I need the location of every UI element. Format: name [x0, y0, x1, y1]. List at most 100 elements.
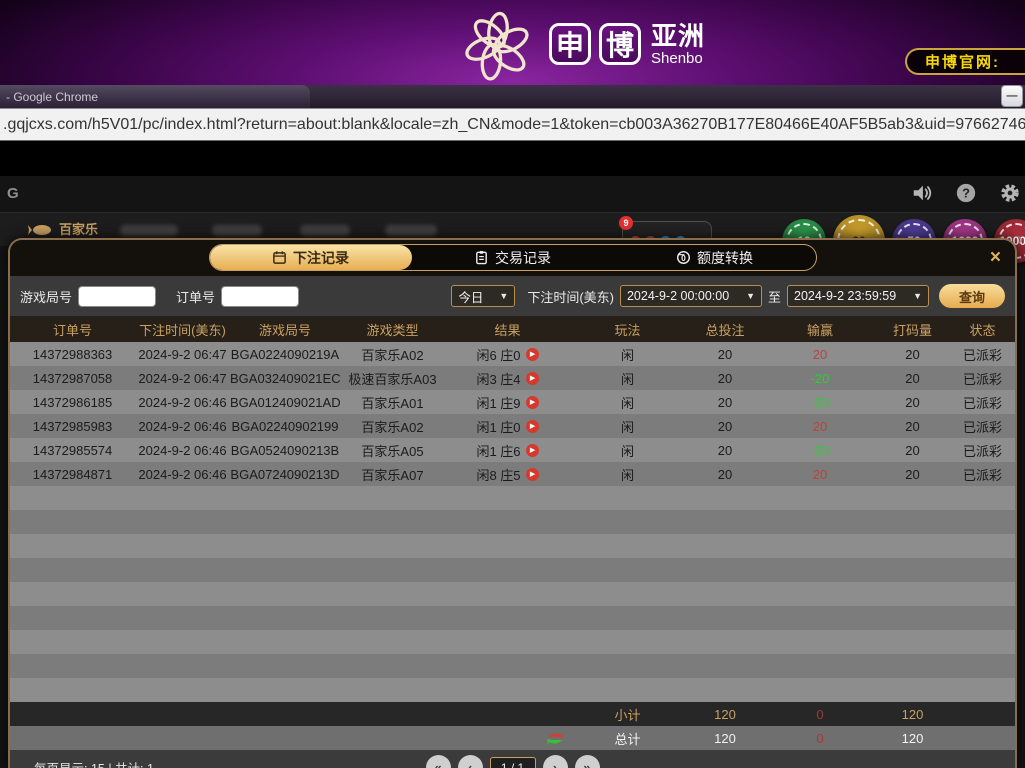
- official-site-link[interactable]: 申博官网:: [905, 48, 1025, 75]
- play-video-icon[interactable]: ▶: [526, 444, 539, 457]
- table-row[interactable]: 14372986185 2024-9-2 06:46 BGA012409021A…: [10, 390, 1015, 414]
- last-page-button[interactable]: »: [575, 755, 600, 768]
- bet-time-label: 下注时间(美东): [527, 287, 614, 306]
- total-row: 总计 120 0 120: [10, 726, 1015, 750]
- total-win-loss: 0: [765, 731, 875, 746]
- category-baccarat[interactable]: 百家乐: [28, 219, 98, 238]
- cell-win-loss: -20: [765, 443, 875, 458]
- cell-win-loss: 20: [765, 467, 875, 482]
- chevron-down-icon: ▼: [913, 291, 922, 301]
- pagination-bar: 每页显示: 15 | 共计: 1 « ‹ 1 / 1 › »: [10, 750, 1015, 768]
- cell-play: 闲: [570, 465, 685, 484]
- subtotal-win-loss: 0: [765, 707, 875, 722]
- subtotal-row: 小计 120 0 120: [10, 702, 1015, 726]
- table-row-empty: [10, 534, 1015, 558]
- order-label: 订单号: [176, 287, 215, 306]
- site-header: 申 博 亚洲 Shenbo 申博官网:: [0, 0, 1025, 85]
- cell-total-bet: 20: [685, 395, 765, 410]
- cell-turnover: 20: [875, 395, 950, 410]
- cell-play: 闲: [570, 393, 685, 412]
- window-minimize-button[interactable]: —: [1002, 86, 1022, 106]
- search-button[interactable]: 查询: [939, 284, 1005, 308]
- cell-turnover: 20: [875, 467, 950, 482]
- cell-status: 已派彩: [950, 441, 1015, 460]
- sound-icon[interactable]: [911, 182, 933, 204]
- col-header: 输赢: [765, 320, 875, 339]
- col-header: 游戏局号: [230, 320, 340, 339]
- subtotal-turnover: 120: [875, 707, 950, 722]
- flower-logo-icon: [455, 6, 541, 88]
- tab-bet-records[interactable]: 下注记录: [210, 245, 412, 270]
- chevron-down-icon: ▼: [499, 291, 508, 301]
- play-video-icon[interactable]: ▶: [526, 396, 539, 409]
- cell-bet-time: 2024-9-2 06:46: [135, 419, 230, 434]
- table-row[interactable]: 14372987058 2024-9-2 06:47 BGA032409021E…: [10, 366, 1015, 390]
- cell-win-loss: 20: [765, 347, 875, 362]
- fish-icon: [28, 221, 54, 237]
- calendar-icon: [272, 250, 287, 265]
- tab-transaction-records[interactable]: 交易记录: [412, 245, 614, 270]
- cell-game-type: 极速百家乐A03: [340, 369, 445, 388]
- play-video-icon[interactable]: ▶: [526, 468, 539, 481]
- cell-order-id: 14372988363: [10, 347, 135, 362]
- gear-icon[interactable]: [999, 182, 1021, 204]
- cell-total-bet: 20: [685, 347, 765, 362]
- cell-round-id: BGA032409021EC: [230, 371, 340, 386]
- table-row-empty: [10, 630, 1015, 654]
- tab-label: 下注记录: [293, 248, 349, 268]
- cell-order-id: 14372985574: [10, 443, 135, 458]
- category-blurred[interactable]: [385, 225, 437, 236]
- time-to-select[interactable]: 2024-9-2 23:59:59 ▼: [787, 285, 929, 307]
- chips-more-arrow[interactable]: ›: [1017, 229, 1023, 250]
- date-range-select[interactable]: 今日 ▼: [451, 285, 515, 307]
- next-page-button[interactable]: ›: [543, 755, 568, 768]
- cell-round-id: BGA02240902199: [230, 419, 340, 434]
- cell-result: 闲3 庄4: [476, 369, 520, 388]
- cell-bet-time: 2024-9-2 06:46: [135, 395, 230, 410]
- game-round-label: 游戏局号: [20, 287, 72, 306]
- cell-round-id: BGA0224090219A: [230, 347, 340, 362]
- col-header: 结果: [445, 320, 570, 339]
- category-blurred[interactable]: [212, 225, 262, 236]
- play-video-icon[interactable]: ▶: [526, 420, 539, 433]
- table-row-empty: [10, 558, 1015, 582]
- category-blurred[interactable]: [120, 225, 178, 236]
- order-input[interactable]: [221, 286, 299, 307]
- play-video-icon[interactable]: ▶: [526, 348, 539, 361]
- cell-status: 已派彩: [950, 345, 1015, 364]
- time-from-select[interactable]: 2024-9-2 00:00:00 ▼: [620, 285, 762, 307]
- cell-turnover: 20: [875, 419, 950, 434]
- svg-text:?: ?: [962, 186, 970, 201]
- refresh-icon[interactable]: [546, 731, 564, 746]
- url-bar[interactable]: .gqjcxs.com/h5V01/pc/index.html?return=a…: [0, 108, 1025, 141]
- time-from-value: 2024-9-2 00:00:00: [627, 289, 729, 303]
- cell-result: 闲1 庄0: [476, 417, 520, 436]
- table-row-empty: [10, 486, 1015, 510]
- chevron-down-icon: ▼: [746, 291, 755, 301]
- table-row-empty: [10, 678, 1015, 702]
- to-label: 至: [768, 287, 781, 306]
- tab-quota-transfer[interactable]: 0 额度转换: [614, 245, 816, 270]
- date-range-value: 今日: [458, 287, 483, 306]
- play-video-icon[interactable]: ▶: [526, 372, 539, 385]
- help-icon[interactable]: ?: [955, 182, 977, 204]
- table-row[interactable]: 14372985983 2024-9-2 06:46 BGA0224090219…: [10, 414, 1015, 438]
- table-row[interactable]: 14372984871 2024-9-2 06:46 BGA0724090213…: [10, 462, 1015, 486]
- game-round-input[interactable]: [78, 286, 156, 307]
- cell-result: 闲1 庄9: [476, 393, 520, 412]
- table-row[interactable]: 14372985574 2024-9-2 06:46 BGA0524090213…: [10, 438, 1015, 462]
- cell-status: 已派彩: [950, 369, 1015, 388]
- first-page-button[interactable]: «: [426, 755, 451, 768]
- logo-char-box: 申: [549, 23, 591, 65]
- logo-text: 亚洲 Shenbo: [651, 23, 705, 66]
- black-strip: [0, 141, 1025, 176]
- col-header: 状态: [950, 320, 1015, 339]
- logo-region-label: 亚洲: [651, 23, 705, 49]
- close-icon[interactable]: ×: [990, 248, 1001, 267]
- category-blurred[interactable]: [300, 225, 350, 236]
- betting-records-modal: 下注记录 交易记录 0: [8, 238, 1017, 768]
- site-logo: 申 博 亚洲 Shenbo: [455, 6, 705, 82]
- prev-page-button[interactable]: ‹: [458, 755, 483, 768]
- cell-turnover: 20: [875, 347, 950, 362]
- table-row[interactable]: 14372988363 2024-9-2 06:47 BGA0224090219…: [10, 342, 1015, 366]
